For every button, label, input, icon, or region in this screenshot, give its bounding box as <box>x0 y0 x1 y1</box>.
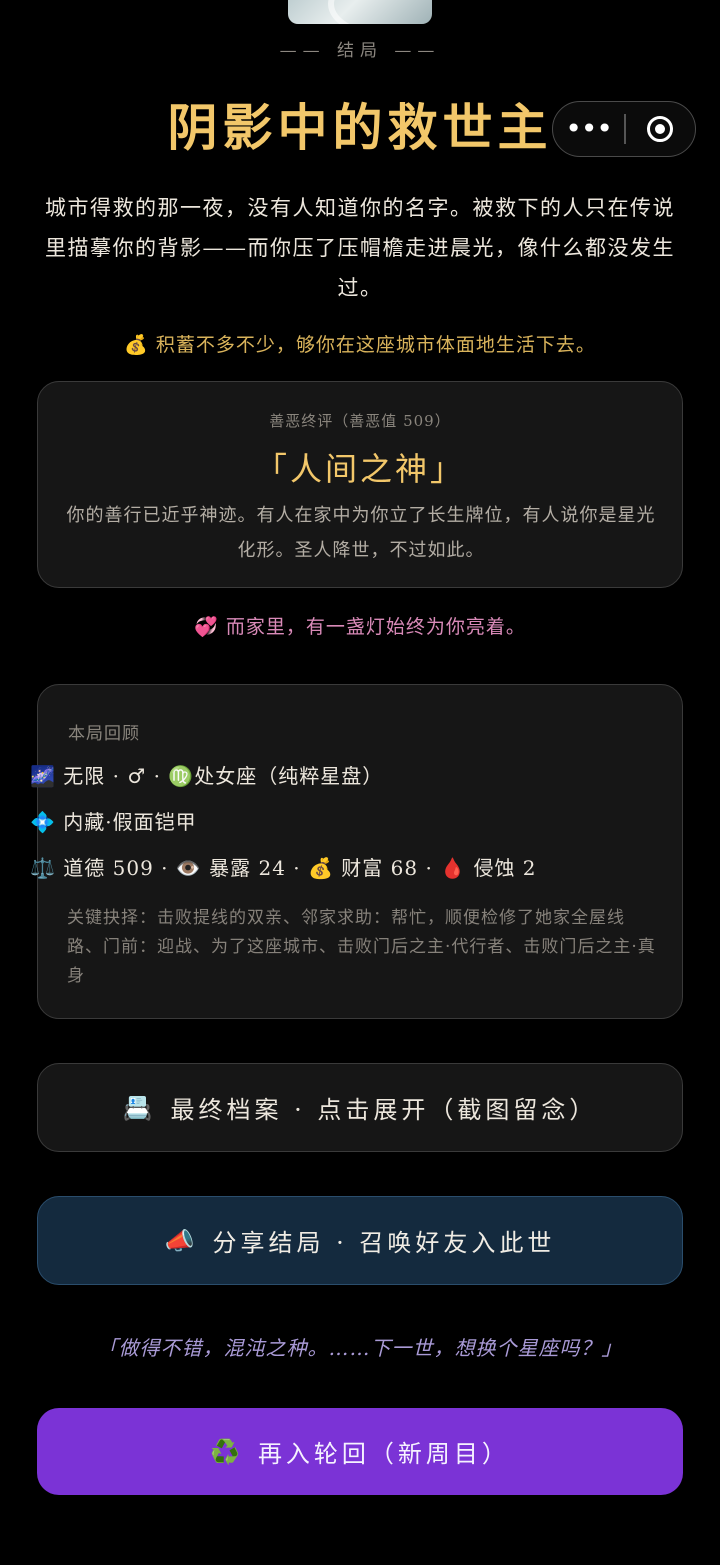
verdict-card: 善恶终评（善恶值 509） 「人间之神」 你的善行已近乎神迹。有人在家中为你立了… <box>37 381 683 588</box>
identity-text: 无限 · ♂ · ♍处女座（纯粹星盘） <box>63 764 384 788</box>
stat-erosion: 侵蚀 2 <box>473 856 537 880</box>
money-bag-icon: 💰 <box>308 856 334 880</box>
eye-icon: 👁️ <box>175 856 202 880</box>
closing-quote: 「做得不错，混沌之种。……下一世，想换个星座吗？」 <box>97 1336 623 1360</box>
miniprogram-capsule: ••• <box>552 101 696 157</box>
final-archive-button[interactable]: 📇 最终档案 · 点击展开（截图留念） <box>37 1063 683 1152</box>
review-label: 本局回顾 <box>68 724 140 744</box>
galaxy-icon: 🌌 <box>30 764 56 788</box>
stat-exposure: 暴露 24 <box>209 856 286 880</box>
savings-text: 积蓄不多不少，够你在这座城市体面地生活下去。 <box>155 334 596 356</box>
verdict-label: 善恶终评（善恶值 509） <box>269 412 451 430</box>
diamond-icon: 💠 <box>30 810 56 834</box>
rebirth-button[interactable]: ♻️ 再入轮回（新周目） <box>37 1408 683 1495</box>
hearts-icon: 💞 <box>194 616 219 638</box>
family-line: 💞 而家里，有一盏灯始终为你亮着。 <box>0 612 720 639</box>
stat-morality: 道德 509 <box>63 856 154 880</box>
stat-wealth: 财富 68 <box>341 856 419 880</box>
armor-text: 内藏·假面铠甲 <box>63 810 197 834</box>
target-icon <box>647 116 674 142</box>
verdict-title: 「人间之神」 <box>254 450 465 488</box>
blood-drop-icon: 🩸 <box>440 856 467 880</box>
review-stats-line: ⚖️ 道德 509 · 👁️ 暴露 24 · 💰 财富 68 · 🩸 侵蚀 2 <box>30 852 537 881</box>
stat-separator: · <box>418 856 441 880</box>
recycle-icon: ♻️ <box>210 1437 244 1466</box>
key-choices-text: 关键抉择：击败提线的双亲、邻家求助：帮忙，顺便检修了她家全屋线路、门前：迎战、为… <box>67 908 656 986</box>
megaphone-icon: 📣 <box>164 1226 199 1255</box>
rebirth-label: 再入轮回（新周目） <box>257 1440 510 1468</box>
archive-label: 最终档案 · 点击展开（截图留念） <box>170 1096 598 1124</box>
ending-cover-image <box>288 0 432 24</box>
review-armor-line: 💠 内藏·假面铠甲 <box>30 806 197 835</box>
savings-line: 💰 积蓄不多不少，够你在这座城市体面地生活下去。 <box>0 330 720 357</box>
story-text: 城市得救的那一夜，没有人知道你的名字。被救下的人只在传说里描摹你的背影——而你压… <box>45 196 675 300</box>
stat-separator: · <box>285 856 309 880</box>
money-bag-icon: 💰 <box>124 334 149 356</box>
family-text: 而家里，有一盏灯始终为你亮着。 <box>225 616 526 638</box>
stat-separator: · <box>153 856 176 880</box>
close-miniprogram-button[interactable] <box>626 116 695 142</box>
ending-eyebrow: —— 结局 —— <box>279 41 441 61</box>
verdict-description: 你的善行已近乎神迹。有人在家中为你立了长生牌位，有人说你是星光化形。圣人降世，不… <box>66 505 656 561</box>
share-ending-button[interactable]: 📣 分享结局 · 召唤好友入此世 <box>37 1196 683 1285</box>
card-index-icon: 📇 <box>122 1093 157 1122</box>
more-menu-button[interactable]: ••• <box>553 101 624 157</box>
scales-icon: ⚖️ <box>30 856 56 880</box>
review-identity-line: 🌌 无限 · ♂ · ♍处女座（纯粹星盘） <box>30 760 383 789</box>
share-label: 分享结局 · 召唤好友入此世 <box>212 1229 556 1257</box>
